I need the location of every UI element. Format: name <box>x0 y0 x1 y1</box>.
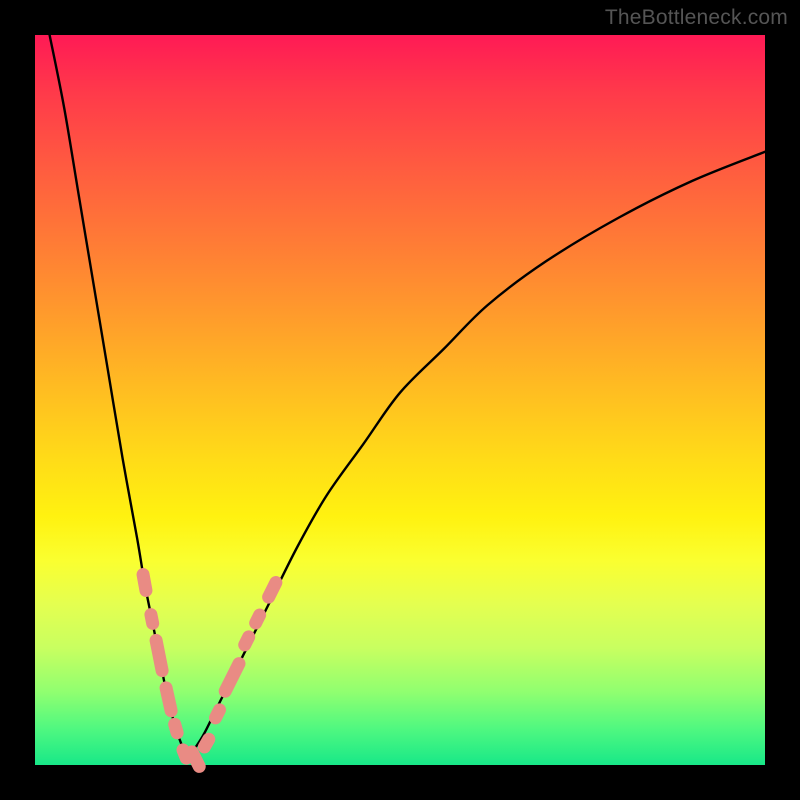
marker-pill <box>216 655 247 700</box>
marker-pill <box>135 567 153 598</box>
marker-pill <box>158 680 179 718</box>
curve-left-branch <box>50 35 189 758</box>
marker-pill <box>143 607 160 631</box>
curve-right-branch <box>188 152 765 758</box>
watermark-text: TheBottleneck.com <box>605 6 788 30</box>
curve-layer <box>35 35 765 765</box>
marker-pill <box>167 716 186 741</box>
marker-pill <box>148 633 169 678</box>
chart-frame: TheBottleneck.com <box>0 0 800 800</box>
plot-area <box>35 35 765 765</box>
marker-pill <box>260 574 285 606</box>
highlight-markers <box>135 567 284 775</box>
